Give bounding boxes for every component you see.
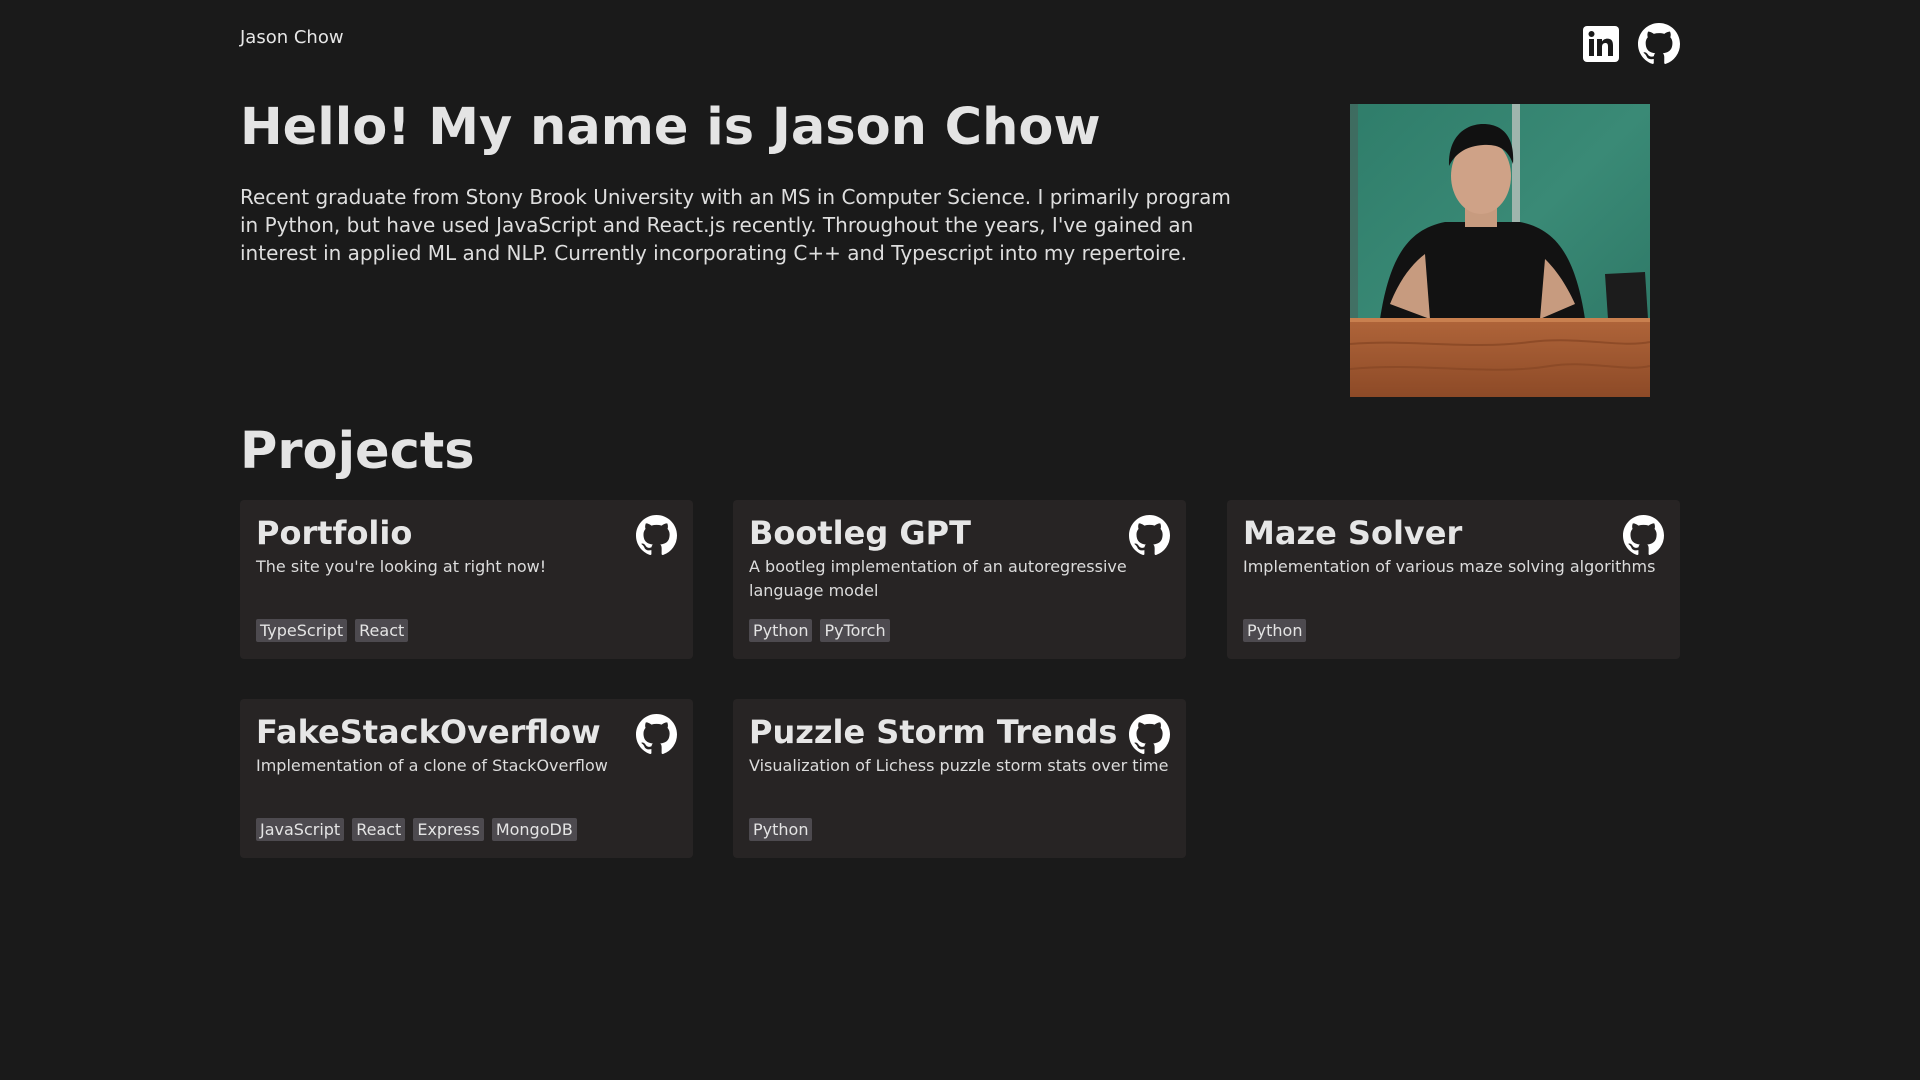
project-github-link[interactable] bbox=[636, 714, 677, 755]
github-icon bbox=[1129, 515, 1170, 556]
github-icon bbox=[636, 714, 677, 755]
project-description: A bootleg implementation of an autoregre… bbox=[749, 557, 1127, 600]
hero-bio: Recent graduate from Stony Brook Univers… bbox=[240, 185, 1231, 265]
project-description: The site you're looking at right now! bbox=[256, 557, 547, 576]
tech-tag: React bbox=[355, 619, 409, 642]
github-icon bbox=[1623, 515, 1664, 556]
project-title: FakeStackOverflow bbox=[256, 713, 601, 751]
project-card: FakeStackOverflow Implementation of a clo… bbox=[240, 699, 693, 858]
project-description: Implementation of various maze solving a… bbox=[1243, 557, 1656, 576]
project-tags: Python bbox=[1243, 619, 1307, 642]
project-github-link[interactable] bbox=[1129, 515, 1170, 556]
tech-tag: JavaScript bbox=[256, 818, 345, 841]
project-title: Portfolio bbox=[256, 514, 413, 552]
project-title: Bootleg GPT bbox=[749, 514, 971, 552]
projects-title: Projects bbox=[240, 422, 475, 481]
tech-tag: React bbox=[352, 818, 406, 841]
project-card: Puzzle Storm Trends Visualization of Lich… bbox=[733, 699, 1186, 858]
github-link[interactable] bbox=[1638, 23, 1680, 65]
profile-photo bbox=[1350, 104, 1650, 397]
project-title: Puzzle Storm Trends bbox=[749, 713, 1118, 751]
tech-tag: MongoDB bbox=[491, 818, 577, 841]
project-tags: TypeScript React bbox=[256, 619, 409, 642]
site-header: Jason Chow bbox=[0, 0, 1920, 90]
project-github-link[interactable] bbox=[1623, 515, 1664, 556]
project-tags: Python PyTorch bbox=[749, 619, 890, 642]
tech-tag: Python bbox=[749, 619, 813, 642]
tech-tag: TypeScript bbox=[256, 619, 348, 642]
project-card: Bootleg GPT A bootleg implementation of a… bbox=[733, 500, 1186, 659]
tech-tag: Python bbox=[1243, 619, 1307, 642]
github-icon bbox=[1129, 714, 1170, 755]
project-card: Maze Solver Implementation of various maz… bbox=[1227, 500, 1680, 659]
project-github-link[interactable] bbox=[1129, 714, 1170, 755]
project-tags: Python bbox=[749, 818, 813, 841]
brand-link[interactable]: Jason Chow bbox=[240, 27, 344, 48]
project-tags: JavaScript React Express MongoDB bbox=[256, 818, 577, 841]
project-description: Visualization of Lichess puzzle storm st… bbox=[749, 756, 1169, 775]
github-icon bbox=[1638, 23, 1680, 65]
hero-title: Hello! My name is Jason Chow bbox=[240, 98, 1101, 157]
tech-tag: Express bbox=[413, 818, 484, 841]
linkedin-link[interactable] bbox=[1583, 26, 1619, 62]
project-card: Portfolio The site you're looking at righ… bbox=[240, 500, 693, 659]
project-github-link[interactable] bbox=[636, 515, 677, 556]
github-icon bbox=[636, 515, 677, 556]
project-title: Maze Solver bbox=[1243, 514, 1463, 552]
tech-tag: Python bbox=[749, 818, 813, 841]
project-description: Implementation of a clone of StackOverfl… bbox=[256, 756, 608, 775]
tech-tag: PyTorch bbox=[820, 619, 890, 642]
linkedin-icon bbox=[1583, 26, 1619, 62]
